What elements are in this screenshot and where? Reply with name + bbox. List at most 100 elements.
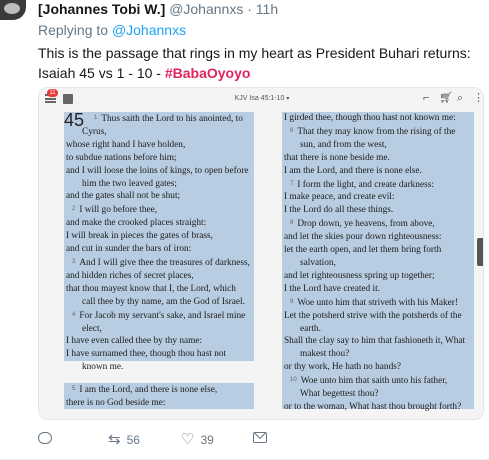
- verse-text: that thou mayest know that I, the Lord, …: [66, 283, 236, 294]
- verse-text: I will go before thee,: [79, 205, 158, 216]
- verse-line: Cyrus,: [64, 126, 254, 139]
- verse-text: and cut in sunder the bars of iron:: [66, 244, 192, 255]
- verse-line: and I will loose the loins of kings, to …: [64, 165, 254, 178]
- replying-to-handle[interactable]: @Johannxs: [112, 22, 186, 38]
- verse-line: I have surnamed thee, though thou hast n…: [64, 348, 254, 361]
- verse-line: 8 Drop down, ye heavens, from above,: [282, 217, 474, 231]
- verse-line: I am the Lord, and there is none else.: [282, 165, 474, 178]
- verse-text: I am the Lord, and there is none else.: [284, 165, 422, 176]
- verse-text: and I will loose the loins of kings, to …: [66, 165, 249, 176]
- right-column: I girded thee, though thou hast not know…: [282, 112, 474, 414]
- verse-line: there is no God beside me:: [64, 397, 217, 410]
- verse-text: I have even called thee by thy name:: [66, 336, 203, 347]
- cart-icon[interactable]: 🛒︎: [439, 92, 453, 104]
- heart-icon: ♡: [181, 431, 195, 448]
- verse-text: Woe unto him that saith unto his father,: [300, 376, 448, 387]
- verse-line: I make peace, and create evil:: [282, 191, 474, 204]
- replying-to: Replying to @Johannxs: [38, 22, 186, 38]
- verse-text: and make the crooked places straight:: [66, 218, 207, 229]
- verse-number: 10: [290, 377, 297, 384]
- verse-text: there is no God beside me:: [66, 397, 166, 408]
- left-verses-2: 5I am the Lord, and there is none else, t…: [64, 383, 217, 410]
- verse-text: I have surnamed thee, though thou hast n…: [66, 349, 227, 360]
- chevron-down-icon: ▾: [286, 96, 290, 102]
- verse-text: I the Lord do all these things.: [284, 205, 394, 216]
- verse-line: or to the woman, What hast thou brought …: [282, 401, 474, 414]
- verse-number: 5: [72, 386, 76, 392]
- attached-image[interactable]: 11 KJV Isa 45:1-10 ▾ ⌐ 🛒︎ ⌕ ⋮ 4 5 1 Thus s…: [38, 87, 484, 420]
- verse-text: or thy work, He hath no hands?: [284, 362, 401, 373]
- verse-text: Drop down, ye heavens, from above,: [297, 219, 435, 230]
- verse-text: and the gates shall not be shut;: [66, 191, 181, 202]
- author-name[interactable]: [Johannes Tobi W.]: [38, 1, 165, 17]
- tweet: [Johannes Tobi W.] @Johannxs · 11h Reply…: [0, 0, 489, 460]
- verse-text: let the earth open, and let them bring f…: [284, 245, 442, 256]
- verse-line: and the gates shall not be shut;: [64, 190, 254, 203]
- verse-text: I am the Lord, and there is none else,: [79, 385, 218, 395]
- tweet-header: [Johannes Tobi W.] @Johannxs · 11h: [38, 1, 278, 17]
- verse-line: makest thou?: [282, 348, 474, 361]
- verse-text: Cyrus,: [82, 126, 107, 137]
- separator-dot: ·: [247, 1, 252, 17]
- verse-line: What begettest thou?: [282, 388, 474, 401]
- message-button[interactable]: [253, 432, 267, 443]
- passage-reference-label: KJV Isa 45:1-10: [234, 95, 285, 102]
- verse-text: Shall the clay say to him that fashionet…: [284, 336, 466, 347]
- avatar[interactable]: [0, 0, 26, 20]
- verse-text: Woe unto him that striveth with his Make…: [297, 297, 458, 308]
- retweet-button[interactable]: ⇆ 56: [108, 432, 140, 447]
- verse-text: or to the woman, What hast thou brought …: [284, 401, 462, 412]
- verse-line: Shall the clay say to him that fashionet…: [282, 335, 474, 348]
- verse-text: I the Lord have created it.: [284, 283, 381, 294]
- hashtag-link[interactable]: #BabaOyoyo: [165, 65, 251, 81]
- verse-number: 2: [72, 206, 76, 213]
- search-icon[interactable]: ⌕: [457, 92, 463, 104]
- verse-text: And I will give thee the treasures of da…: [79, 257, 250, 268]
- verse-line: 9 Woe unto him that striveth with his Mak…: [282, 296, 474, 310]
- verse-number: 9: [290, 298, 294, 305]
- passage-reference[interactable]: KJV Isa 45:1-10 ▾: [39, 95, 483, 102]
- verse-line: 4 For Jacob my servant's sake, and Israel…: [64, 309, 254, 323]
- verse-number: 7: [290, 180, 294, 187]
- verse-line: 2I will go before thee,: [64, 203, 254, 217]
- scroll-handle[interactable]: [477, 238, 483, 266]
- verse-line: and let the skies pour down righteousnes…: [282, 231, 474, 244]
- verse-text: and let righteousness spring up together…: [284, 270, 435, 281]
- verse-text: salvation,: [300, 257, 336, 268]
- retweet-count: 56: [126, 432, 140, 447]
- verse-text: elect,: [82, 323, 102, 334]
- verse-text: That they may know from the rising of th…: [297, 126, 456, 137]
- highlighter-icon[interactable]: ⌐: [423, 92, 429, 104]
- verse-line: that thou mayest know that I, the Lord, …: [64, 283, 254, 296]
- like-button[interactable]: ♡ 39: [181, 432, 214, 447]
- author-handle[interactable]: @Johannxs: [169, 1, 243, 17]
- left-verses: 1 Thus saith the Lord to his anointed, to…: [64, 112, 254, 374]
- verse-line: 6 That they may know from the rising of t…: [282, 125, 474, 139]
- verse-text: I girded thee, though thou hast not know…: [284, 113, 456, 123]
- verse-text: What begettest thou?: [300, 389, 379, 400]
- more-options-icon[interactable]: ⋮: [473, 92, 483, 104]
- verse-text: him the two leaved gates;: [82, 178, 178, 189]
- reply-button[interactable]: [38, 432, 58, 444]
- verse-line: and hidden riches of secret places,: [64, 270, 254, 283]
- verse-text: Let the potsherd strive with the potsher…: [284, 310, 462, 321]
- verse-line: and make the crooked places straight:: [64, 217, 254, 230]
- verse-line: 1 Thus saith the Lord to his anointed, to: [64, 112, 254, 126]
- verse-line: him the two leaved gates;: [64, 178, 254, 191]
- verse-line: I have even called thee by thy name:: [64, 335, 254, 348]
- reply-icon: [38, 432, 52, 444]
- verse-number: 8: [290, 220, 294, 227]
- tweet-time[interactable]: 11h: [256, 1, 278, 17]
- envelope-icon: [253, 432, 267, 443]
- verse-line: to subdue nations before him;: [64, 152, 254, 165]
- verse-line: and cut in sunder the bars of iron:: [64, 243, 254, 256]
- verse-text: I make peace, and create evil:: [284, 192, 395, 203]
- replying-to-label: Replying to: [38, 22, 109, 38]
- verse-line: salvation,: [282, 257, 474, 270]
- like-count: 39: [200, 432, 214, 447]
- verse-text: whose right hand I have holden,: [66, 139, 186, 150]
- verse-text: earth.: [300, 323, 321, 334]
- verse-line: 3 And I will give thee the treasures of d…: [64, 256, 254, 270]
- tweet-body: This is the passage that rings in my hea…: [38, 45, 471, 81]
- verse-text: to subdue nations before him;: [66, 152, 177, 163]
